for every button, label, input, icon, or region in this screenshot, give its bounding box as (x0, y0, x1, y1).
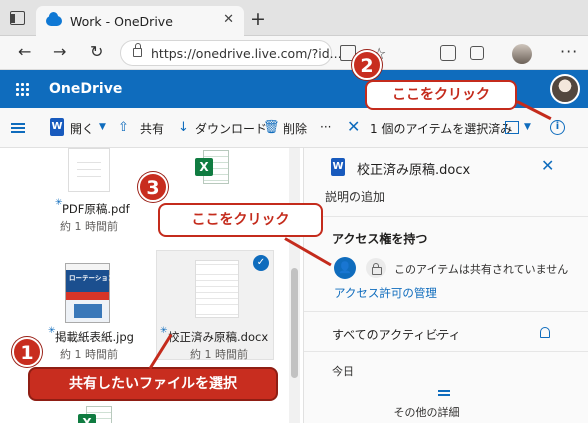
docx-thumbnail (195, 260, 239, 318)
view-chevron-down-icon[interactable]: ▼ (524, 122, 531, 132)
excel-thumbnail[interactable]: X (78, 406, 112, 423)
command-bar: W 開く ▼ ⇧ 共有 ↓ ダウンロード 🗑 削除 ··· ✕ 1 個のアイテム… (0, 108, 588, 148)
tab-close-icon[interactable]: ✕ (223, 12, 234, 27)
add-description-field[interactable]: 説明の追加 (325, 188, 385, 205)
callout-step1-text: 共有したいファイルを選択 (69, 376, 237, 392)
lock-icon (366, 258, 386, 278)
share-status: このアイテムは共有されていません (394, 263, 569, 276)
download-button[interactable]: ダウンロード (195, 120, 267, 137)
browser-menu-icon[interactable]: ··· (560, 42, 578, 61)
details-file-title: 校正済み原稿.docx (357, 163, 471, 178)
brand-title[interactable]: OneDrive (49, 81, 122, 97)
info-pane-icon[interactable]: i (550, 120, 565, 135)
more-details-link[interactable]: その他の詳細 (304, 404, 549, 420)
share-button[interactable]: 共有 (140, 120, 164, 137)
file-modified: 約 1 時間前 (190, 348, 248, 361)
file-name[interactable]: 校正済み原稿.docx (168, 329, 268, 345)
delete-button[interactable]: 削除 (283, 120, 307, 137)
word-icon: W (331, 158, 345, 176)
url-text: https://onedrive.live.com/?id... (151, 46, 342, 61)
excel-icon: X (195, 158, 213, 176)
details-lines-icon[interactable] (438, 390, 450, 392)
word-icon: W (50, 118, 64, 136)
lock-icon (133, 43, 142, 57)
selection-count: 1 個のアイテムを選択済み (370, 122, 513, 136)
reload-icon[interactable]: ↻ (90, 42, 103, 61)
file-list-scrollbar[interactable] (289, 148, 300, 423)
divider (304, 216, 588, 217)
cover-title: ローテーションマップ (69, 274, 134, 282)
url-field[interactable]: https://onedrive.live.com/?id... (120, 40, 342, 66)
tab-actions-icon[interactable] (8, 9, 26, 27)
share-icon[interactable]: ⇧ (118, 120, 129, 135)
extensions-icon[interactable] (470, 46, 484, 60)
new-file-sparkle-icon: ✳ (160, 326, 168, 336)
new-tab-button[interactable]: + (250, 8, 266, 30)
selected-check-icon[interactable]: ✓ (253, 255, 269, 271)
download-icon[interactable]: ↓ (178, 120, 189, 135)
today-label: 今日 (332, 365, 354, 378)
step-number-1: 1 (12, 337, 42, 367)
tab-title: Work - OneDrive (70, 13, 173, 29)
browser-tab-strip: Work - OneDrive ✕ + (0, 0, 588, 36)
file-modified: 約 1 時間前 (60, 348, 118, 361)
callout-step1: 共有したいファイルを選択 (28, 367, 278, 401)
excel-thumbnail[interactable]: X (195, 150, 229, 184)
chevron-down-icon[interactable]: ▼ (99, 122, 106, 132)
forward-icon[interactable]: → (53, 42, 66, 61)
details-pane: W 校正済み原稿.docx ✕ 説明の追加 アクセス権を持つ 👤 このアイテムは… (303, 148, 588, 423)
image-thumbnail[interactable]: ローテーションマップ (65, 263, 134, 323)
view-options-icon[interactable] (505, 121, 519, 134)
scroll-thumb[interactable] (291, 268, 298, 378)
back-icon[interactable]: ← (18, 42, 31, 61)
delete-icon[interactable]: 🗑 (263, 120, 280, 135)
clear-selection-icon[interactable]: ✕ (347, 117, 360, 136)
file-name[interactable]: 掲載紙表紙.jpg (55, 329, 134, 345)
account-avatar[interactable] (550, 74, 580, 104)
more-commands-icon[interactable]: ··· (320, 120, 331, 134)
onedrive-cloud-icon (46, 12, 62, 26)
notification-bell-icon[interactable] (540, 327, 550, 338)
browser-tab[interactable]: Work - OneDrive ✕ (36, 6, 244, 36)
close-icon[interactable]: ✕ (541, 156, 554, 175)
callout-step3-text: ここをクリック (191, 212, 290, 228)
pdf-thumbnail[interactable] (68, 148, 110, 192)
excel-icon: X (78, 414, 96, 423)
callout-step2-text: ここをクリック (392, 87, 490, 103)
address-bar-row: ← → ↻ https://onedrive.live.com/?id... ☆… (0, 36, 588, 70)
step-number-3: 3 (138, 172, 168, 202)
callout-step2: ここをクリック (365, 80, 517, 110)
nav-menu-icon[interactable] (11, 123, 25, 125)
browser-profile-avatar[interactable] (512, 44, 532, 64)
file-name[interactable]: PDF原稿.pdf (62, 201, 130, 217)
file-modified: 約 1 時間前 (60, 220, 118, 233)
open-button[interactable]: 開く (70, 120, 94, 137)
step-number-2: 2 (352, 50, 382, 80)
chevron-down-icon[interactable]: ⌄ (434, 329, 442, 339)
divider (304, 351, 588, 352)
app-launcher-icon[interactable] (15, 82, 29, 96)
divider (304, 311, 588, 312)
owner-person-icon[interactable]: 👤 (334, 257, 356, 279)
manage-access-link[interactable]: アクセス許可の管理 (334, 285, 437, 301)
collections-icon[interactable] (440, 45, 456, 61)
callout-step3: ここをクリック (158, 203, 323, 237)
access-section-title: アクセス権を持つ (332, 232, 428, 246)
